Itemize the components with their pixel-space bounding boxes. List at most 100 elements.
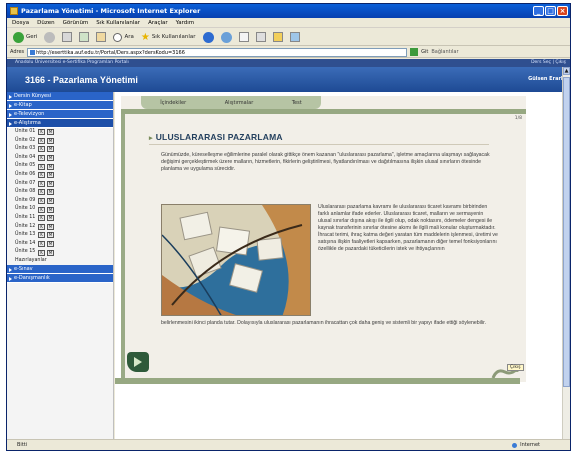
nav-ebook[interactable]: e-Kitap <box>7 101 113 110</box>
unit-k-button[interactable]: K <box>38 223 45 230</box>
scroll-thumb[interactable] <box>563 77 570 387</box>
unit-m-button[interactable]: M <box>47 249 54 256</box>
sidebar-item-unit[interactable]: Ünite 02 K M <box>7 137 113 146</box>
unit-label: Ünite 13 <box>15 232 36 238</box>
vertical-scrollbar[interactable]: ▲ <box>562 67 570 440</box>
panel-left-trim <box>121 114 125 382</box>
exit-button[interactable]: Çıkış <box>507 364 524 371</box>
favorites-button[interactable]: ★ Sık Kullanılanlar <box>139 30 198 44</box>
forward-arrow-icon <box>44 31 56 43</box>
unit-m-button[interactable]: M <box>47 206 54 213</box>
unit-m-button[interactable]: M <box>47 223 54 230</box>
search-button[interactable]: Ara <box>111 30 135 44</box>
sidebar-item-unit[interactable]: Ünite 04 K M <box>7 154 113 163</box>
minimize-button[interactable]: _ <box>533 6 544 16</box>
scroll-up-icon[interactable]: ▲ <box>563 67 570 75</box>
nav-counseling[interactable]: e-Danışmanlık <box>7 273 113 283</box>
menu-file[interactable]: Dosya <box>12 18 29 27</box>
back-button[interactable]: Geri <box>11 30 39 44</box>
lesson-heading: ULUSLARARASI PAZARLAMA <box>149 132 283 142</box>
history-button[interactable] <box>219 30 234 44</box>
sidebar-item-unit[interactable]: Ünite 13 K M <box>7 231 113 240</box>
forward-button[interactable] <box>42 30 57 44</box>
unit-m-button[interactable]: M <box>47 241 54 248</box>
maximize-button[interactable]: □ <box>545 6 556 16</box>
folder-icon <box>272 32 283 42</box>
unit-k-button[interactable]: K <box>38 180 45 187</box>
messenger-button[interactable] <box>288 30 302 44</box>
folder-button[interactable] <box>271 30 285 44</box>
unit-k-button[interactable]: K <box>38 172 45 179</box>
address-input[interactable]: http://eserttika.auf.edu.tr/Portal/Ders.… <box>27 47 408 57</box>
nav-course-info[interactable]: Dersin Künyesi <box>7 92 113 101</box>
nav-etelevision[interactable]: e-Televizyon <box>7 110 113 119</box>
sidebar-item-credits[interactable]: Hazırlayanlar <box>7 257 113 265</box>
unit-k-button[interactable]: K <box>38 189 45 196</box>
unit-label: Ünite 02 <box>15 137 36 143</box>
unit-k-button[interactable]: K <box>38 155 45 162</box>
unit-k-button[interactable]: K <box>38 215 45 222</box>
tab-exercises[interactable]: Alıştırmalar <box>221 100 258 106</box>
sidebar-item-unit[interactable]: Ünite 12 K M <box>7 223 113 232</box>
unit-k-button[interactable]: K <box>38 198 45 205</box>
tab-contents[interactable]: İçindekiler <box>156 100 190 106</box>
unit-k-button[interactable]: K <box>38 163 45 170</box>
content-stage: İçindekiler Alıştırmalar Test 1/8 ULUSLA… <box>115 92 570 440</box>
sidebar-item-unit[interactable]: Ünite 03 K M <box>7 145 113 154</box>
sidebar-item-unit[interactable]: Ünite 15 K M <box>7 248 113 257</box>
nav-exercises[interactable]: e-Alıştırma <box>7 119 113 128</box>
unit-k-button[interactable]: K <box>38 241 45 248</box>
unit-m-button[interactable]: M <box>47 198 54 205</box>
unit-m-button[interactable]: M <box>47 129 54 136</box>
go-button[interactable]: Git <box>421 49 428 55</box>
portal-links[interactable]: Ders Seç | Çıkış <box>531 59 566 67</box>
links-button[interactable]: Bağlantılar <box>431 49 458 55</box>
sidebar-item-unit[interactable]: Ünite 06 K M <box>7 171 113 180</box>
unit-label: Ünite 06 <box>15 171 36 177</box>
unit-m-button[interactable]: M <box>47 215 54 222</box>
unit-m-button[interactable]: M <box>47 189 54 196</box>
unit-m-button[interactable]: M <box>47 232 54 239</box>
menu-tools[interactable]: Araçlar <box>148 18 168 27</box>
messenger-icon <box>289 32 300 42</box>
sidebar-item-unit[interactable]: Ünite 10 K M <box>7 205 113 214</box>
portal-name: Anadolu Üniversitesi e-Sertifika Program… <box>15 60 129 65</box>
unit-m-button[interactable]: M <box>47 172 54 179</box>
unit-m-button[interactable]: M <box>47 137 54 144</box>
unit-m-button[interactable]: M <box>47 180 54 187</box>
menu-edit[interactable]: Düzen <box>37 18 54 27</box>
refresh-button[interactable] <box>77 30 91 44</box>
menu-help[interactable]: Yardım <box>176 18 195 27</box>
sidebar-item-unit[interactable]: Ünite 05 K M <box>7 162 113 171</box>
unit-label: Ünite 15 <box>15 249 36 255</box>
sidebar-item-unit[interactable]: Ünite 09 K M <box>7 197 113 206</box>
unit-k-button[interactable]: K <box>38 206 45 213</box>
browser-window: Pazarlama Yönetimi - Microsoft Internet … <box>6 3 571 451</box>
close-button[interactable]: × <box>557 6 568 16</box>
play-button[interactable] <box>127 352 149 372</box>
media-button[interactable] <box>201 30 216 44</box>
sidebar-item-unit[interactable]: Ünite 14 K M <box>7 240 113 249</box>
sidebar-item-unit[interactable]: Ünite 08 K M <box>7 188 113 197</box>
unit-m-button[interactable]: M <box>47 163 54 170</box>
sidebar-item-unit[interactable]: Ünite 01 K M <box>7 128 113 137</box>
tab-test[interactable]: Test <box>288 100 306 106</box>
print-button[interactable] <box>254 30 268 44</box>
sidebar-item-unit[interactable]: Ünite 07 K M <box>7 180 113 189</box>
mail-button[interactable] <box>237 30 251 44</box>
unit-label: Ünite 04 <box>15 154 36 160</box>
unit-m-button[interactable]: M <box>47 146 54 153</box>
menu-view[interactable]: Görünüm <box>63 18 89 27</box>
menu-favorites[interactable]: Sık Kullanılanlar <box>96 18 140 27</box>
unit-k-button[interactable]: K <box>38 249 45 256</box>
unit-k-button[interactable]: K <box>38 146 45 153</box>
unit-k-button[interactable]: K <box>38 137 45 144</box>
nav-exam[interactable]: e-Sınav <box>7 264 113 274</box>
unit-k-button[interactable]: K <box>38 129 45 136</box>
unit-m-button[interactable]: M <box>47 155 54 162</box>
sidebar-item-unit[interactable]: Ünite 11 K M <box>7 214 113 223</box>
unit-k-button[interactable]: K <box>38 232 45 239</box>
stop-button[interactable] <box>60 30 74 44</box>
home-button[interactable] <box>94 30 108 44</box>
go-icon[interactable] <box>410 48 419 56</box>
